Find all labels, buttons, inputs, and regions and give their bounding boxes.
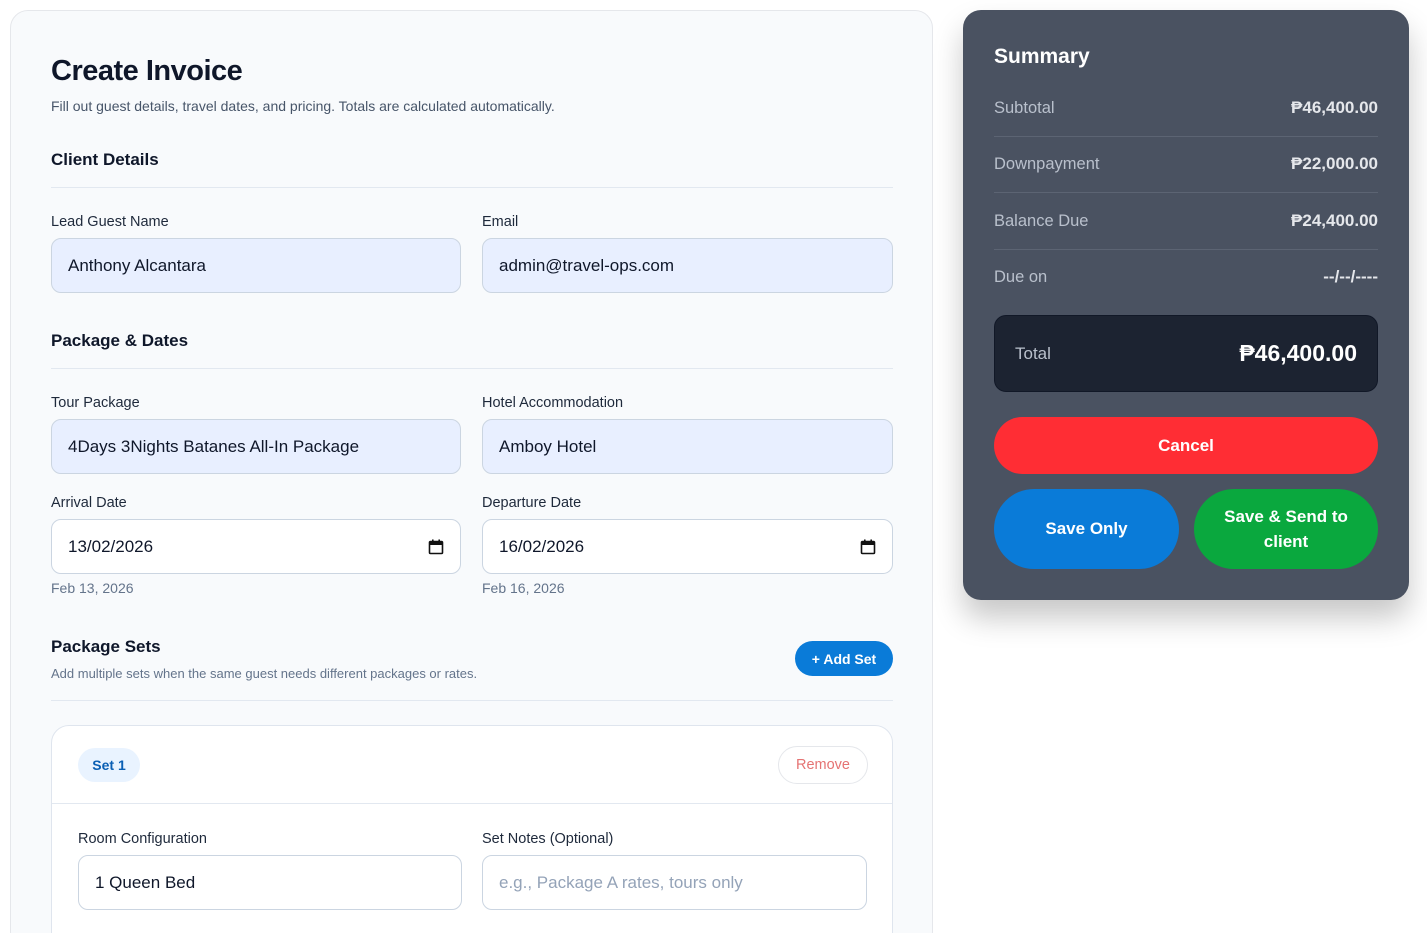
departure-date-input[interactable]: 16/02/2026 [482,519,893,574]
section-divider [51,368,893,369]
email-value: admin@travel-ops.com [499,255,675,275]
email-label: Email [482,214,519,230]
save-only-button[interactable]: Save Only [994,489,1179,569]
email-input[interactable]: admin@travel-ops.com [482,238,893,293]
summary-row-label: Due on [994,267,1048,286]
summary-row-value: ₱22,000.00 [1291,154,1378,173]
package-sets-heading: Package Sets [51,637,161,656]
set-badge: Set 1 [78,748,140,782]
section-divider [51,700,893,701]
remove-set-button[interactable]: Remove [778,746,868,784]
invoice-form-card: Create Invoice Fill out guest details, t… [10,10,933,933]
calendar-icon[interactable] [428,539,444,555]
calendar-icon[interactable] [860,539,876,555]
page-subtitle: Fill out guest details, travel dates, an… [51,98,555,114]
set-notes-input[interactable]: e.g., Package A rates, tours only [482,855,867,910]
tour-package-label: Tour Package [51,395,140,411]
tour-package-input[interactable]: 4Days 3Nights Batanes All-In Package [51,419,461,474]
section-divider [51,187,893,188]
lead-guest-label: Lead Guest Name [51,214,169,230]
lead-guest-input[interactable]: Anthony Alcantara [51,238,461,293]
departure-date-label: Departure Date [482,495,582,511]
package-dates-heading: Package & Dates [51,331,189,350]
tour-package-value: 4Days 3Nights Batanes All-In Package [68,436,360,456]
total-value: ₱46,400.00 [1239,340,1357,366]
set-notes-placeholder: e.g., Package A rates, tours only [499,872,743,892]
summary-row-subtotal: Subtotal ₱46,400.00 [994,80,1378,136]
arrival-date-label: Arrival Date [51,495,127,511]
page-title: Create Invoice [51,55,243,87]
departure-date-helper: Feb 16, 2026 [482,580,565,596]
save-and-send-button[interactable]: Save & Send to client [1194,489,1378,569]
set-notes-label: Set Notes (Optional) [482,831,614,847]
arrival-date-helper: Feb 13, 2026 [51,580,134,596]
hotel-input[interactable]: Amboy Hotel [482,419,893,474]
room-config-label: Room Configuration [78,831,207,847]
hotel-label: Hotel Accommodation [482,395,624,411]
cancel-button[interactable]: Cancel [994,417,1378,474]
room-config-value: 1 Queen Bed [95,872,196,892]
total-label: Total [1015,343,1051,363]
summary-panel: Summary Subtotal ₱46,400.00 Downpayment … [963,10,1409,600]
departure-date-value: 16/02/2026 [499,536,585,556]
summary-row-label: Subtotal [994,98,1055,117]
arrival-date-input[interactable]: 13/02/2026 [51,519,461,574]
summary-row-label: Downpayment [994,154,1100,173]
set-divider [52,803,892,804]
arrival-date-value: 13/02/2026 [68,536,154,556]
summary-row-value: --/--/---- [1323,267,1378,286]
room-config-input[interactable]: 1 Queen Bed [78,855,462,910]
summary-row-balance-due: Balance Due ₱24,400.00 [994,193,1378,249]
summary-row-downpayment: Downpayment ₱22,000.00 [994,136,1378,192]
add-set-button[interactable]: + Add Set [795,641,893,676]
lead-guest-value: Anthony Alcantara [68,255,206,275]
summary-row-value: ₱46,400.00 [1291,98,1378,117]
summary-row-value: ₱24,400.00 [1291,211,1378,230]
package-set-card: Set 1 Remove Room Configuration 1 Queen … [51,725,893,933]
package-sets-subtitle: Add multiple sets when the same guest ne… [51,666,478,681]
summary-row-due-on: Due on --/--/---- [994,249,1378,305]
total-box: Total ₱46,400.00 [994,315,1378,392]
summary-title: Summary [994,45,1090,68]
hotel-value: Amboy Hotel [499,436,597,456]
summary-row-label: Balance Due [994,211,1089,230]
client-details-heading: Client Details [51,150,159,169]
